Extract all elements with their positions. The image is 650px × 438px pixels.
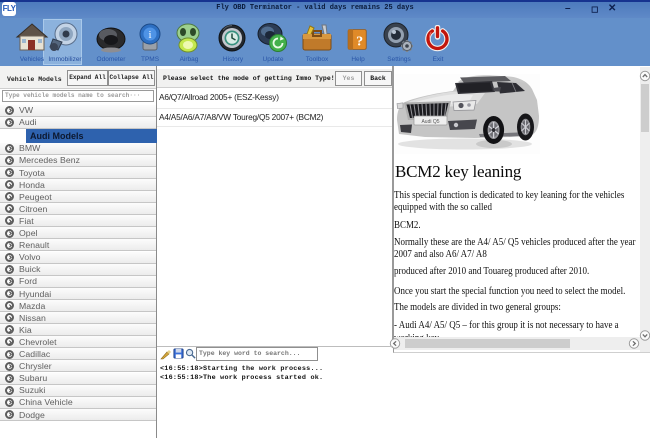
svg-text:i: i xyxy=(148,29,151,41)
svg-text:?: ? xyxy=(356,34,363,49)
